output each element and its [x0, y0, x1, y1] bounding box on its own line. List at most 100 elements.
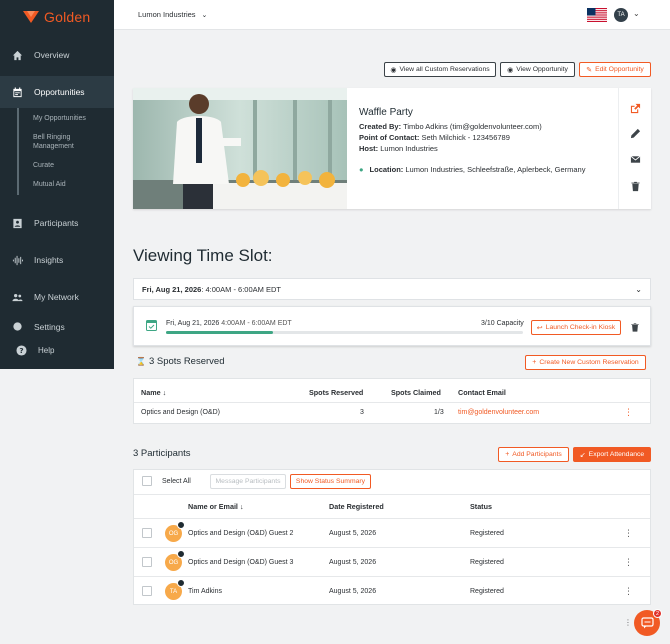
slot-datetime: Fri, Aug 21, 2026 4:00AM - 6:00AM EDT — [166, 320, 292, 327]
participant-status: Registered — [470, 559, 504, 566]
view-opportunity-button[interactable]: ◉ View Opportunity — [500, 62, 575, 77]
time-slot-select[interactable]: Fri, Aug 21, 2026: 4:00AM - 6:00AM EDT ⌄ — [133, 278, 651, 300]
eye-icon: ◉ — [507, 66, 514, 74]
reservation-email-link[interactable]: tim@goldenvolunteer.com — [458, 409, 539, 416]
group-badge-icon — [177, 579, 185, 587]
subnav-curate[interactable]: Curate — [19, 161, 107, 170]
row-checkbox[interactable] — [142, 586, 152, 596]
slot-select-time: : 4:00AM - 6:00AM EDT — [201, 284, 281, 294]
create-reservation-button[interactable]: + Create New Custom Reservation — [525, 355, 646, 370]
sidebar-item-label: My Network — [34, 292, 79, 302]
trash-icon[interactable] — [630, 181, 641, 192]
subnav-bell-ringing[interactable]: Bell Ringing Management — [19, 133, 85, 151]
participant-status: Registered — [470, 588, 504, 595]
event-photo — [133, 88, 347, 209]
sidebar-item-settings[interactable]: Settings — [0, 318, 114, 332]
view-all-reservations-button[interactable]: ◉ View all Custom Reservations — [384, 62, 496, 77]
id-card-icon — [13, 218, 22, 228]
export-attendance-button[interactable]: ↙ Export Attendance — [573, 447, 651, 462]
launch-kiosk-button[interactable]: ↩ Launch Check-in Kiosk — [531, 320, 621, 335]
subnav-mutual-aid[interactable]: Mutual Aid — [19, 180, 107, 189]
gear-icon — [13, 322, 22, 331]
chevron-down-icon: ⌄ — [635, 285, 642, 294]
calendar-check-icon — [146, 320, 157, 331]
group-badge-icon — [177, 550, 185, 558]
sidebar-item-overview[interactable]: Overview — [0, 39, 114, 71]
arrow-down-icon: ↓ — [239, 502, 244, 511]
chevron-down-icon: ⌄ — [201, 11, 208, 19]
eye-icon: ◉ — [390, 66, 397, 74]
divider — [134, 494, 650, 495]
more-options-icon[interactable]: ⋮ — [624, 407, 633, 418]
share-icon[interactable] — [630, 103, 641, 114]
plus-icon: + — [505, 451, 510, 458]
message-participants-button[interactable]: Message Participants — [210, 474, 286, 489]
sidebar-item-insights[interactable]: Insights — [0, 244, 114, 276]
event-card: Waffle Party Created By: Timbo Adkins (t… — [133, 88, 651, 209]
more-options-icon[interactable]: ⋮ — [624, 586, 633, 597]
arrow-down-icon: ↓ — [162, 388, 167, 397]
mail-icon[interactable] — [630, 154, 641, 165]
sidebar: Golden Overview Opportunities My Opportu… — [0, 0, 114, 369]
chat-icon — [640, 617, 654, 629]
participant-date: August 5, 2026 — [329, 588, 377, 595]
participant-status: Registered — [470, 530, 504, 537]
participant-name[interactable]: Optics and Design (O&D) Guest 3 — [188, 559, 293, 566]
sidebar-item-opportunities[interactable]: Opportunities — [0, 76, 114, 108]
pencil-icon[interactable] — [630, 128, 641, 139]
hourglass-icon: ⌛ — [136, 357, 146, 366]
subnav-my-opportunities[interactable]: My Opportunities — [19, 114, 107, 123]
more-options-icon[interactable]: ⋮ — [624, 557, 633, 568]
sidebar-item-label: Overview — [34, 50, 70, 60]
sidebar-item-label: Participants — [34, 218, 79, 228]
participants-title: 3 Participants — [133, 448, 191, 459]
time-slot-panel: Fri, Aug 21, 2026 4:00AM - 6:00AM EDT 3/… — [133, 306, 651, 346]
capacity-text: 3/10 Capacity — [481, 320, 524, 327]
sidebar-item-label: Opportunities — [34, 87, 85, 97]
reservations-title: ⌛ 3 Spots Reserved — [136, 356, 225, 367]
participant-name[interactable]: Optics and Design (O&D) Guest 2 — [188, 530, 293, 537]
trash-icon[interactable] — [630, 322, 640, 333]
select-all-label: Select All — [162, 478, 191, 485]
sidebar-item-participants[interactable]: Participants — [0, 207, 114, 239]
participants-table: Select All Message Participants Show Sta… — [133, 469, 651, 605]
show-status-summary-button[interactable]: Show Status Summary — [290, 474, 371, 489]
reservations-table: Name ↓ Spots Reserved Spots Claimed Cont… — [133, 378, 651, 424]
row-checkbox[interactable] — [142, 528, 152, 538]
help-link[interactable]: ? Help — [16, 345, 54, 356]
select-all-checkbox[interactable] — [142, 476, 152, 486]
brand-name: Golden — [44, 9, 91, 25]
column-header-spots-reserved: Spots Reserved — [309, 388, 364, 397]
add-participants-button[interactable]: + Add Participants — [498, 447, 569, 462]
divider — [134, 402, 650, 403]
golden-logo-icon — [23, 11, 39, 23]
sidebar-item-my-network[interactable]: My Network — [0, 281, 114, 313]
edit-opportunity-button[interactable]: ✎ Edit Opportunity — [579, 62, 651, 77]
logo[interactable]: Golden — [0, 0, 114, 34]
participant-name[interactable]: Tim Adkins — [188, 588, 222, 595]
event-side-actions — [618, 88, 651, 209]
participant-date: August 5, 2026 — [329, 530, 377, 537]
help-label: Help — [38, 346, 55, 355]
export-icon: ↙ — [579, 451, 586, 459]
column-header-contact-email: Contact Email — [458, 388, 506, 397]
opportunities-subnav: My Opportunities Bell Ringing Management… — [17, 108, 107, 195]
event-point-of-contact: Point of Contact: Seth Milchick - 123456… — [359, 133, 510, 142]
chat-notification-badge: 2 — [653, 609, 662, 618]
divider — [134, 518, 650, 519]
user-avatar[interactable]: TA — [614, 8, 628, 22]
chevron-down-icon[interactable]: ⌄ — [633, 9, 640, 18]
divider — [134, 547, 650, 548]
org-selector[interactable]: Lumon Industries ⌄ — [138, 10, 207, 19]
us-flag-icon[interactable] — [587, 8, 607, 22]
participant-date: August 5, 2026 — [329, 559, 377, 566]
column-header-date-registered: Date Registered — [329, 502, 384, 511]
sidebar-item-label: Insights — [34, 255, 64, 265]
capacity-progress — [166, 331, 523, 334]
column-header-name[interactable]: Name ↓ — [141, 388, 166, 397]
row-checkbox[interactable] — [142, 557, 152, 567]
group-badge-icon — [177, 521, 185, 529]
event-title: Waffle Party — [359, 107, 413, 118]
more-options-icon[interactable]: ⋮ — [624, 528, 633, 539]
column-header-name-email[interactable]: Name or Email ↓ — [188, 502, 244, 511]
